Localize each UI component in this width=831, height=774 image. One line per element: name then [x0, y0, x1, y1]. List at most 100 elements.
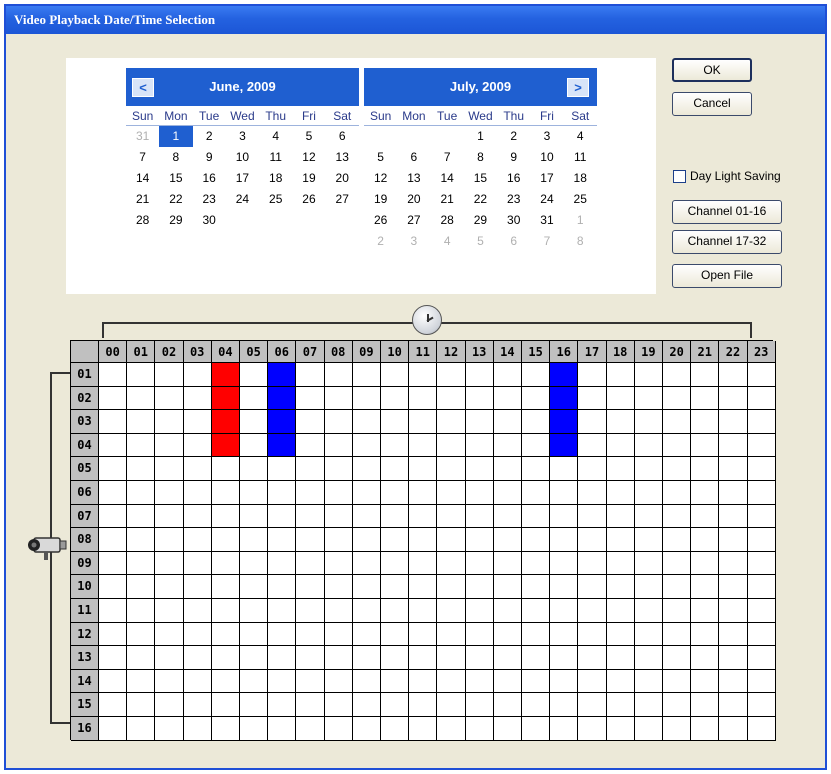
timeline-cell[interactable]	[691, 363, 720, 387]
timeline-cell[interactable]	[578, 433, 607, 458]
timeline-cell[interactable]	[663, 575, 692, 599]
calendar-day[interactable]: 21	[126, 189, 159, 210]
timeline-cell[interactable]	[606, 457, 635, 481]
timeline-cell[interactable]	[465, 693, 494, 717]
timeline-cell[interactable]	[747, 457, 776, 481]
hour-header-00[interactable]: 00	[99, 341, 128, 363]
calendar-day[interactable]: 22	[464, 189, 497, 210]
open-file-button[interactable]: Open File	[672, 264, 782, 288]
timeline-cell[interactable]	[409, 433, 438, 458]
timeline-cell[interactable]	[437, 504, 466, 529]
timeline-cell[interactable]	[211, 646, 240, 670]
timeline-cell[interactable]	[99, 481, 128, 505]
timeline-cell[interactable]	[719, 363, 748, 387]
timeline-cell[interactable]	[634, 363, 663, 387]
calendar-day[interactable]: 8	[464, 147, 497, 168]
timeline-cell[interactable]	[268, 528, 297, 552]
timeline-cell[interactable]	[127, 599, 156, 623]
timeline-cell[interactable]	[522, 717, 551, 741]
timeline-cell[interactable]	[127, 622, 156, 647]
timeline-cell[interactable]	[352, 693, 381, 717]
recording-cell[interactable]	[268, 410, 297, 434]
timeline-cell[interactable]	[663, 599, 692, 623]
timeline-cell[interactable]	[606, 433, 635, 458]
timeline-cell[interactable]	[747, 622, 776, 647]
channel-label-16[interactable]: 16	[71, 717, 99, 741]
timeline-cell[interactable]	[99, 457, 128, 481]
timeline-cell[interactable]	[155, 363, 184, 387]
timeline-cell[interactable]	[634, 481, 663, 505]
timeline-cell[interactable]	[719, 433, 748, 458]
next-month-button[interactable]: >	[567, 78, 589, 97]
timeline-cell[interactable]	[550, 481, 579, 505]
timeline-cell[interactable]	[381, 669, 410, 694]
timeline-cell[interactable]	[606, 386, 635, 411]
timeline-cell[interactable]	[99, 599, 128, 623]
timeline-cell[interactable]	[324, 551, 353, 576]
calendar-day[interactable]: 14	[431, 168, 464, 189]
timeline-cell[interactable]	[691, 528, 720, 552]
timeline-cell[interactable]	[719, 646, 748, 670]
timeline-cell[interactable]	[606, 551, 635, 576]
timeline-cell[interactable]	[493, 717, 522, 741]
timeline-cell[interactable]	[522, 363, 551, 387]
timeline-cell[interactable]	[606, 575, 635, 599]
channel-label-13[interactable]: 13	[71, 646, 99, 670]
timeline-cell[interactable]	[493, 504, 522, 529]
timeline-cell[interactable]	[268, 551, 297, 576]
timeline-cell[interactable]	[719, 386, 748, 411]
timeline-cell[interactable]	[634, 622, 663, 647]
timeline-cell[interactable]	[324, 669, 353, 694]
timeline-cell[interactable]	[99, 669, 128, 694]
timeline-cell[interactable]	[409, 551, 438, 576]
timeline-cell[interactable]	[747, 575, 776, 599]
timeline-cell[interactable]	[465, 504, 494, 529]
timeline-cell[interactable]	[127, 646, 156, 670]
timeline-cell[interactable]	[437, 551, 466, 576]
calendar-day[interactable]: 8	[159, 147, 192, 168]
timeline-cell[interactable]	[719, 504, 748, 529]
timeline-cell[interactable]	[691, 717, 720, 741]
timeline-cell[interactable]	[409, 717, 438, 741]
timeline-cell[interactable]	[578, 528, 607, 552]
timeline-cell[interactable]	[155, 457, 184, 481]
timeline-cell[interactable]	[211, 575, 240, 599]
timeline-cell[interactable]	[183, 717, 212, 741]
timeline-cell[interactable]	[634, 693, 663, 717]
timeline-cell[interactable]	[324, 693, 353, 717]
timeline-cell[interactable]	[691, 457, 720, 481]
timeline-cell[interactable]	[155, 386, 184, 411]
timeline-cell[interactable]	[127, 481, 156, 505]
timeline-cell[interactable]	[381, 386, 410, 411]
timeline-cell[interactable]	[155, 575, 184, 599]
timeline-cell[interactable]	[183, 669, 212, 694]
timeline-cell[interactable]	[268, 669, 297, 694]
timeline-cell[interactable]	[155, 528, 184, 552]
calendar-day[interactable]: 15	[464, 168, 497, 189]
timeline-cell[interactable]	[296, 575, 325, 599]
timeline-cell[interactable]	[324, 575, 353, 599]
calendar-day[interactable]: 1	[564, 210, 597, 231]
timeline-cell[interactable]	[465, 363, 494, 387]
timeline-cell[interactable]	[296, 363, 325, 387]
timeline-cell[interactable]	[381, 717, 410, 741]
timeline-cell[interactable]	[381, 410, 410, 434]
timeline-cell[interactable]	[268, 575, 297, 599]
timeline-cell[interactable]	[127, 528, 156, 552]
timeline-cell[interactable]	[663, 457, 692, 481]
timeline-cell[interactable]	[578, 575, 607, 599]
channel-label-02[interactable]: 02	[71, 386, 99, 411]
timeline-cell[interactable]	[240, 504, 269, 529]
timeline-cell[interactable]	[409, 481, 438, 505]
timeline-cell[interactable]	[550, 504, 579, 529]
timeline-cell[interactable]	[352, 410, 381, 434]
calendar-day[interactable]: 13	[326, 147, 359, 168]
hour-header-18[interactable]: 18	[606, 341, 635, 363]
timeline-cell[interactable]	[240, 410, 269, 434]
timeline-cell[interactable]	[747, 410, 776, 434]
timeline-cell[interactable]	[99, 363, 128, 387]
timeline-cell[interactable]	[578, 551, 607, 576]
timeline-cell[interactable]	[663, 646, 692, 670]
timeline-cell[interactable]	[465, 646, 494, 670]
hour-header-22[interactable]: 22	[719, 341, 748, 363]
